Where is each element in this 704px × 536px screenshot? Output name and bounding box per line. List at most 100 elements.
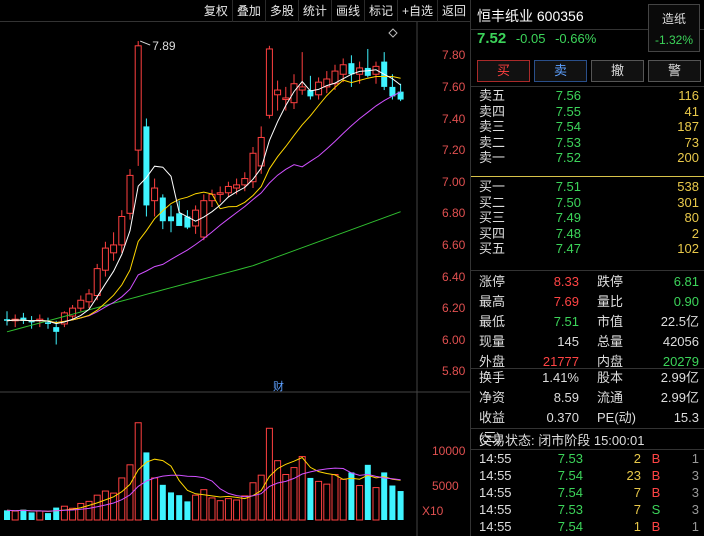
tick-row: 14:55 7.54 7 B 3	[471, 484, 704, 501]
ask-row: 卖一 7.52 200	[471, 150, 704, 166]
toolbar-btn-6[interactable]: +自选	[396, 0, 437, 22]
toolbar-btn-4[interactable]: 画线	[330, 0, 364, 22]
candle-body	[168, 216, 174, 222]
tick-volume: 23	[626, 468, 641, 483]
level-price: 7.56	[555, 88, 581, 103]
kline-chart-area[interactable]: 复权 叠加 多股 统计 画线 标记 +自选 返回 7.89 财 7.80 7.60 7.40 7.20…	[0, 0, 470, 536]
volume-bar	[36, 510, 44, 521]
candle-body	[274, 89, 282, 96]
tick-count: 3	[691, 468, 699, 483]
candle-body	[241, 178, 249, 186]
stat-key: 涨停	[479, 274, 506, 289]
ask-row: 卖四 7.55 41	[471, 104, 704, 120]
stat-row: 净资 8.59 流通 2.99亿	[471, 388, 704, 408]
last-price-row: 7.52 -0.05 -0.66%	[477, 30, 596, 54]
kline-chart[interactable]: 7.89 财	[0, 22, 470, 536]
candle-body	[265, 48, 273, 116]
stat-row: 换手 1.41% 股本 2.99亿	[471, 368, 704, 388]
volume-bar	[184, 501, 191, 520]
tick-list[interactable]: 14:55 7.53 2 B 1 14:55 7.54 23 B 3 14:55 7.54 7 B 3 14:…	[471, 450, 704, 535]
volume-bar	[389, 485, 396, 520]
volume-bar	[397, 491, 404, 520]
candle-body	[290, 83, 298, 104]
volume-bar	[11, 510, 19, 521]
level-label: 卖一	[479, 150, 506, 166]
candle-body	[364, 67, 371, 76]
tick-time: 14:55	[479, 485, 512, 500]
volume-bar	[192, 494, 200, 521]
level-price: 7.51	[555, 179, 581, 194]
stat-value: 7.51	[553, 314, 579, 329]
volume-bar	[249, 482, 257, 521]
volume-bar	[216, 500, 224, 521]
stat-row: 最低 7.51 市值 22.5亿	[471, 312, 704, 332]
toolbar-btn-1[interactable]: 叠加	[231, 0, 265, 22]
level-price: 7.48	[555, 225, 581, 241]
sector-change: -1.32%	[654, 33, 694, 47]
candle-body	[298, 86, 306, 91]
tick-side: B	[651, 485, 661, 500]
volume-bar	[134, 422, 142, 521]
level-label: 卖三	[479, 119, 506, 135]
level-volume: 301	[677, 194, 699, 210]
volume-bar	[208, 497, 216, 521]
cancel-button[interactable]: 撤	[591, 60, 644, 82]
tick-row: 14:55 7.53 2 B 1	[471, 450, 704, 467]
volume-bar	[151, 477, 159, 521]
volume-bar	[257, 474, 265, 521]
price-change: -0.05	[515, 31, 546, 46]
volume-bar	[372, 487, 380, 521]
stat-key-2: 总量	[597, 334, 624, 349]
level-volume: 116	[678, 88, 699, 103]
toolbar-btn-3[interactable]: 统计	[297, 0, 331, 22]
stats-block-1: 涨停 8.33 跌停 6.81 最高 7.69 量比 0.90 最低 7.51 市值 22.5亿 现量 1…	[471, 272, 704, 372]
last-price: 7.52	[477, 30, 507, 47]
volume-bar	[45, 513, 51, 520]
event-marker: 财	[273, 379, 284, 393]
toolbar-btn-2[interactable]: 多股	[264, 0, 298, 22]
tick-price: 7.53	[557, 502, 583, 517]
toolbar-btn-5[interactable]: 标记	[363, 0, 397, 22]
volume-bar	[298, 456, 306, 521]
stat-value-2: 6.81	[673, 274, 699, 289]
stat-value-2: 15.3	[673, 410, 699, 425]
level-price: 7.47	[555, 241, 581, 257]
candle-body	[249, 152, 257, 183]
sector-box[interactable]: 造纸 -1.32%	[648, 4, 700, 52]
stat-key: 最低	[479, 314, 506, 329]
tick-side: B	[651, 468, 661, 483]
stat-key: 收益(三)	[479, 410, 506, 445]
volume-bar	[77, 502, 85, 521]
tick-time: 14:55	[479, 468, 512, 483]
bid-row: 买二 7.50 301	[471, 195, 704, 211]
volume-bar	[60, 505, 68, 521]
sell-button[interactable]: 卖	[534, 60, 587, 82]
toolbar-btn-7[interactable]: 返回	[436, 0, 470, 22]
candle-body	[77, 299, 85, 309]
volume-bar	[315, 480, 323, 521]
stock-code: 600356	[536, 8, 584, 24]
volume-bar	[4, 510, 10, 520]
volume-bar	[53, 507, 60, 520]
toolbar-btn-0[interactable]: 复权	[200, 0, 232, 22]
level-volume: 2	[691, 225, 699, 241]
candle-body	[216, 192, 224, 195]
level-label: 卖四	[479, 103, 506, 119]
buy-button[interactable]: 买	[477, 60, 530, 82]
ask-row: 卖三 7.54 187	[471, 119, 704, 135]
stat-value-2: 2.99亿	[660, 390, 699, 405]
alert-button[interactable]: 警	[648, 60, 701, 82]
candle-body	[110, 244, 118, 254]
stat-key-2: 量比	[597, 294, 624, 309]
level-label: 卖二	[479, 134, 506, 150]
volume-bar	[233, 499, 241, 521]
candle-body	[85, 293, 93, 303]
candle-body	[339, 64, 347, 75]
candle-body	[192, 209, 200, 227]
tick-time: 14:55	[479, 519, 512, 534]
candle-body	[93, 268, 101, 296]
candle-body	[118, 215, 126, 246]
tick-volume: 1	[633, 519, 641, 534]
level-volume: 538	[677, 179, 699, 194]
stat-value: 1.41%	[542, 370, 579, 385]
